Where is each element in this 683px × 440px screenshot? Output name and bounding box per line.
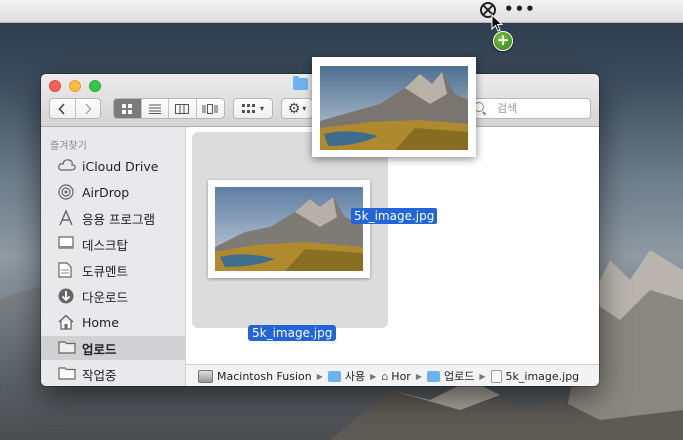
path-segment-file[interactable]: 5k_image.jpg [490, 369, 580, 383]
sidebar-item-desktop[interactable]: 데스크탑 [41, 232, 185, 256]
view-mode-switcher [113, 98, 225, 119]
arrange-grid-icon [241, 103, 255, 113]
path-segment-label: 5k_image.jpg [505, 369, 580, 383]
sidebar-item-label: 데스크탑 [82, 237, 129, 253]
file-name-label[interactable]: 5k_image.jpg [248, 325, 337, 341]
file-browser-content: 5k_image.jpg [186, 127, 599, 364]
users-folder-icon [327, 370, 341, 382]
sidebar-item-uploads[interactable]: 업로드 [41, 336, 185, 360]
folder-icon [293, 76, 308, 90]
path-segment-label: Hor [391, 369, 411, 383]
sidebar-item-documents[interactable]: 도큐멘트 [41, 258, 185, 282]
zoom-window-button[interactable] [89, 80, 101, 92]
path-segment-drive[interactable]: Macintosh Fusion [198, 369, 312, 383]
chevron-right-icon [85, 102, 92, 115]
folder-icon [426, 370, 440, 382]
menu-bar: ••• [0, 0, 683, 23]
mouse-cursor-icon [491, 14, 503, 32]
icon-view-button[interactable] [114, 99, 142, 118]
folder-icon [58, 340, 76, 356]
icon-view-icon [122, 103, 133, 114]
minimize-window-button[interactable] [69, 80, 81, 92]
sidebar-item-label: iCloud Drive [82, 158, 159, 174]
sidebar-item-label: 다운로드 [82, 289, 129, 305]
ellipsis-icon[interactable]: ••• [504, 2, 536, 17]
chevron-left-icon [58, 102, 65, 115]
document-icon [58, 262, 76, 278]
path-segment-uploads[interactable]: 업로드 [426, 368, 475, 384]
coverflow-view-button[interactable] [197, 99, 224, 118]
sidebar-item-in-progress[interactable]: 작업중 [41, 362, 185, 386]
copy-plus-icon: + [493, 31, 513, 51]
sidebar-item-label: Home [82, 314, 119, 330]
column-view-icon [175, 103, 190, 114]
path-separator-icon: ▶ [316, 371, 323, 381]
hard-drive-icon [198, 369, 213, 383]
chevron-down-icon: ▾ [259, 104, 264, 113]
desktop-icon [58, 236, 76, 252]
home-icon: ⌂ [381, 369, 389, 383]
coverflow-view-icon [202, 103, 218, 114]
sidebar-item-label: 작업중 [82, 367, 117, 383]
mountain-photo [320, 66, 468, 150]
close-window-button[interactable] [49, 80, 61, 92]
path-separator-icon: ▶ [415, 371, 422, 381]
gear-icon: ⚙ [287, 100, 301, 117]
drag-filename-label: 5k_image.jpg [351, 208, 438, 224]
file-icon [490, 369, 502, 383]
sidebar: 즐겨찾기 iCloud Drive AirDrop 응용 프로그램 데스크탑 도… [41, 127, 186, 386]
path-separator-icon: ▶ [370, 371, 377, 381]
forward-button[interactable] [76, 99, 101, 118]
path-segment-label: Macintosh Fusion [217, 369, 312, 383]
folder-icon [58, 366, 76, 382]
sidebar-item-label: 도큐멘트 [82, 263, 129, 279]
sidebar-section-title: 즐겨찾기 [50, 141, 87, 152]
column-view-button[interactable] [169, 99, 197, 118]
path-segment-label: 업로드 [443, 370, 475, 383]
path-bar: Macintosh Fusion ▶ 사용 ▶ ⌂ Hor ▶ 업로드 ▶ 5k… [186, 364, 599, 386]
download-icon [58, 288, 76, 304]
sidebar-item-label: 업로드 [82, 341, 117, 357]
chevron-down-icon: ▾ [302, 104, 307, 113]
path-segment-home[interactable]: ⌂ Hor [381, 370, 411, 383]
mountain-photo [215, 187, 363, 271]
path-segment-label: 사용 [344, 370, 366, 383]
sidebar-item-home[interactable]: Home [41, 310, 185, 334]
arrange-button[interactable]: ▾ [233, 98, 273, 119]
list-view-button[interactable] [142, 99, 169, 118]
list-view-icon [148, 104, 161, 114]
selected-file-tile[interactable] [192, 132, 388, 328]
action-button[interactable]: ⚙ ▾ [281, 98, 313, 119]
image-thumbnail [208, 180, 370, 278]
applications-icon [58, 209, 76, 226]
cloud-icon [58, 158, 76, 174]
path-segment-users[interactable]: 사용 [327, 368, 366, 384]
sidebar-item-applications[interactable]: 응용 프로그램 [41, 206, 185, 230]
airdrop-icon [58, 184, 76, 200]
search-field[interactable]: 검색 [470, 98, 591, 119]
sidebar-item-label: 응용 프로그램 [82, 211, 155, 227]
home-icon [58, 314, 76, 330]
navigation-buttons [49, 98, 101, 119]
sidebar-item-airdrop[interactable]: AirDrop [41, 180, 185, 204]
sidebar-item-label: AirDrop [82, 184, 130, 200]
path-separator-icon: ▶ [479, 371, 486, 381]
sidebar-item-downloads[interactable]: 다운로드 [41, 284, 185, 308]
drag-preview-image [312, 57, 476, 157]
sidebar-item-icloud-drive[interactable]: iCloud Drive [41, 154, 185, 178]
back-button[interactable] [50, 99, 76, 118]
